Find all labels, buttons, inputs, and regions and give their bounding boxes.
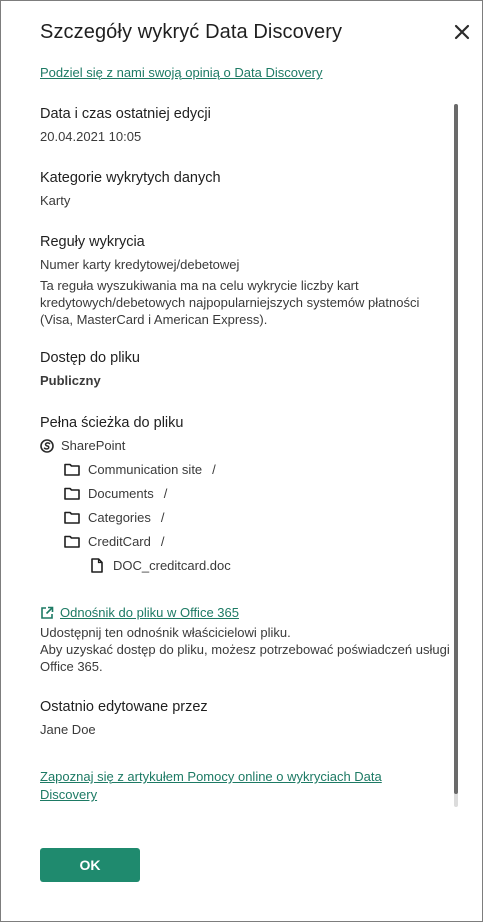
path-root-label: SharePoint [61,438,126,453]
details-content: Data i czas ostatniej edycji 20.04.2021 … [40,96,452,809]
office-link-note-line-2: Aby uzyskać dostęp do pliku, możesz potr… [40,642,450,674]
folder-icon [64,511,80,524]
ok-button[interactable]: OK [40,848,140,882]
folder-icon [64,487,80,500]
details-dialog: Szczegóły wykryć Data Discovery Podziel … [0,0,483,922]
help-link[interactable]: Zapoznaj się z artykułem Pomocy online o… [40,769,382,802]
office-link[interactable]: Odnośnik do pliku w Office 365 [60,605,239,620]
path-folder-4-label: CreditCard [88,534,151,549]
external-link-icon [41,606,54,619]
path-separator: / [160,510,165,525]
path-folder-3-label: Categories [88,510,151,525]
access-heading: Dostęp do pliku [40,350,140,366]
dialog-title: Szczegóły wykryć Data Discovery [40,21,343,43]
path-heading: Pełna ścieżka do pliku [40,415,184,431]
office-link-note: Udostępnij ten odnośnik właścicielowi pl… [40,624,452,675]
access-section: Dostęp do pliku Publiczny [40,350,140,388]
file-icon [91,558,103,573]
office-link-section: Odnośnik do pliku w Office 365 Udostępni… [40,605,452,675]
path-separator: / [163,486,168,501]
last-edit-value: 20.04.2021 10:05 [40,129,142,144]
path-folder-1-label: Communication site [88,462,203,477]
rule-name: Numer karty kredytowej/debetowej [40,257,240,272]
categories-heading: Kategorie wykrytych danych [40,170,221,186]
help-section: Zapoznaj się z artykułem Pomocy online o… [40,768,430,804]
rules-section: Reguły wykrycia Numer karty kredytowej/d… [40,234,420,328]
path-folder-2-label: Documents [88,486,154,501]
access-value: Publiczny [40,373,101,388]
path-file: DOC_creditcard.doc [91,558,231,573]
office-link-row[interactable]: Odnośnik do pliku w Office 365 [40,605,452,620]
rule-description: Ta reguła wyszukiwania ma na celu wykryc… [40,278,420,327]
close-icon [454,24,470,40]
office-link-note-line-1: Udostępnij ten odnośnik właścicielowi pl… [40,625,291,640]
close-button[interactable] [450,20,474,44]
path-file-label: DOC_creditcard.doc [113,558,231,573]
edited-by-value: Jane Doe [40,722,96,737]
path-folder-2: Documents / [64,486,167,501]
path-root: SharePoint [40,438,125,453]
scrollbar-thumb[interactable] [454,104,458,794]
feedback-link[interactable]: Podziel się z nami swoją opinią o Data D… [40,65,323,80]
edited-by-section: Ostatnio edytowane przez Jane Doe [40,699,208,737]
path-section: Pełna ścieżka do pliku SharePoint Commun… [40,415,440,585]
path-separator: / [212,462,216,477]
path-folder-4: CreditCard / [64,534,164,549]
last-edit-heading: Data i czas ostatniej edycji [40,106,211,122]
last-edit-section: Data i czas ostatniej edycji 20.04.2021 … [40,106,211,144]
path-folder-1: Communication site / [64,462,216,477]
categories-value: Karty [40,193,71,208]
rules-heading: Reguły wykrycia [40,234,145,250]
path-folder-3: Categories / [64,510,165,525]
folder-icon [64,463,80,476]
path-separator: / [160,534,165,549]
categories-section: Kategorie wykrytych danych Karty [40,170,221,208]
folder-icon [64,535,80,548]
edited-by-heading: Ostatnio edytowane przez [40,699,208,715]
sharepoint-icon [40,438,54,453]
